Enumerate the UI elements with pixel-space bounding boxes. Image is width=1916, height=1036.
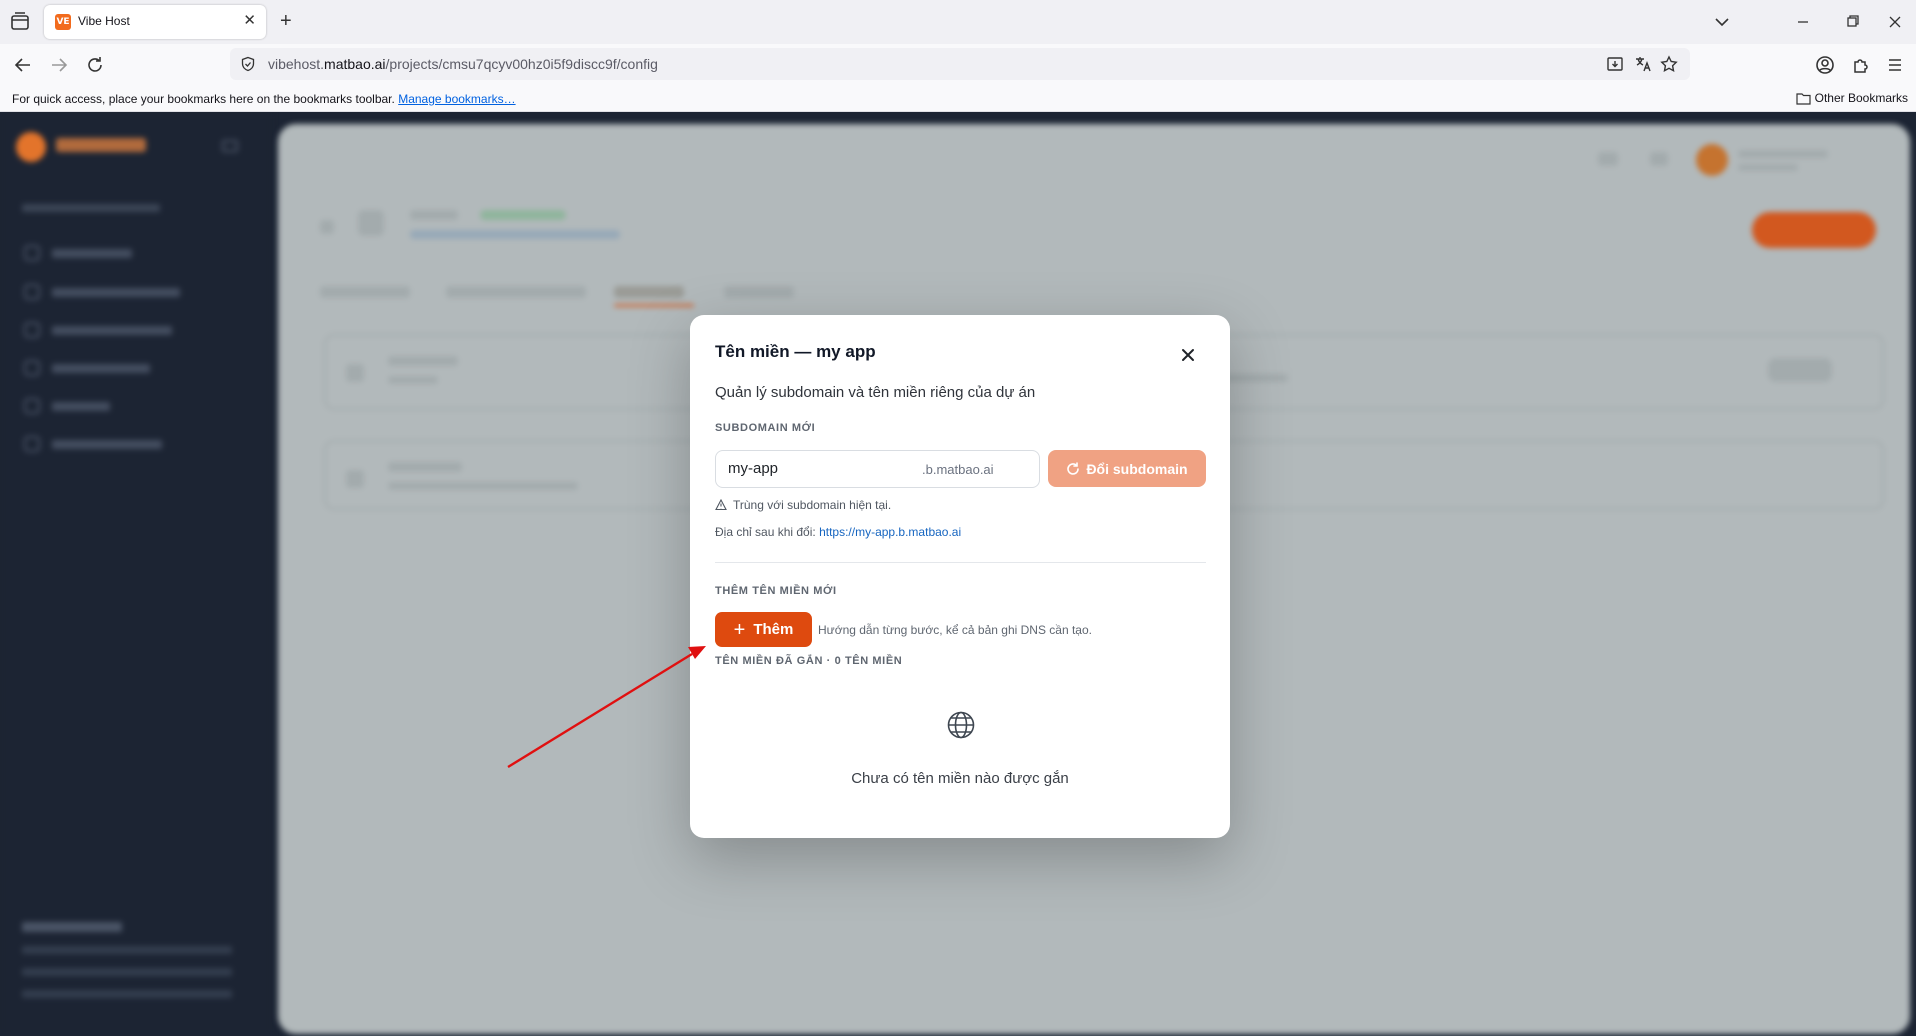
restore-icon[interactable]	[1838, 10, 1868, 34]
globe-icon	[947, 711, 975, 739]
reload-icon[interactable]	[84, 54, 106, 76]
account-icon[interactable]	[1814, 54, 1836, 76]
sidebar-item	[24, 360, 184, 376]
warning-icon	[715, 499, 727, 511]
translate-icon[interactable]	[1634, 55, 1652, 73]
sidebar-item	[24, 284, 184, 300]
other-bookmarks[interactable]: Other Bookmarks	[1796, 91, 1908, 105]
other-bookmarks-label: Other Bookmarks	[1814, 91, 1908, 105]
new-address: Địa chỉ sau khi đổi: https://my-app.b.ma…	[715, 525, 962, 539]
sidebar-section-label	[22, 204, 160, 212]
back-arrow-icon[interactable]	[12, 54, 34, 76]
new-tab-icon[interactable]: +	[280, 10, 292, 32]
subdomain-section-label: SUBDOMAIN MỚI	[715, 422, 816, 434]
bookmarks-message: For quick access, place your bookmarks h…	[12, 92, 516, 106]
add-domain-section-label: THÊM TÊN MIỀN MỚI	[715, 585, 837, 597]
download-page-icon[interactable]	[1606, 55, 1624, 73]
folder-icon	[1796, 92, 1811, 105]
plus-icon: +	[733, 618, 746, 641]
bookmarks-toolbar: For quick access, place your bookmarks h…	[0, 86, 1916, 112]
sidebar-footer	[22, 922, 242, 1012]
subdomain-input[interactable]	[728, 460, 928, 477]
add-domain-label: Thêm	[753, 621, 794, 638]
change-subdomain-label: Đổi subdomain	[1086, 460, 1188, 477]
menu-icon[interactable]	[1884, 54, 1906, 76]
bookmark-star-icon[interactable]	[1660, 55, 1678, 73]
minimize-icon[interactable]	[1788, 10, 1818, 34]
refresh-icon	[1067, 461, 1080, 475]
sidebar	[0, 112, 272, 1036]
subdomain-suffix: .b.matbao.ai	[922, 462, 994, 477]
sidebar-item	[24, 398, 184, 414]
tab-close-icon[interactable]: ✕	[243, 13, 256, 29]
navigation-bar: vibehost.matbao.ai/projects/cmsu7qcyv00h…	[0, 44, 1916, 86]
vibe-host-favicon-icon: VE	[55, 14, 71, 30]
app-logo-text	[56, 138, 146, 152]
empty-state-text: Chưa có tên miền nào được gắn	[851, 770, 1069, 787]
manage-bookmarks-link[interactable]: Manage bookmarks…	[398, 92, 515, 106]
new-address-link[interactable]: https://my-app.b.matbao.ai	[819, 525, 961, 539]
app-logo-icon	[16, 132, 46, 162]
chevron-down-icon[interactable]	[1712, 12, 1732, 32]
sidebar-item	[24, 245, 184, 261]
modal-description: Quản lý subdomain và tên miền riêng của …	[715, 384, 1036, 401]
sidebar-item	[24, 436, 184, 452]
close-icon[interactable]	[1177, 344, 1199, 366]
tab-list-icon[interactable]	[8, 10, 32, 34]
divider	[715, 562, 1206, 563]
forward-arrow-icon[interactable]	[48, 54, 70, 76]
extensions-icon[interactable]	[1850, 54, 1872, 76]
attached-domains-label: TÊN MIỀN ĐÃ GẮN · 0 TÊN MIỀN	[715, 655, 903, 667]
change-subdomain-button[interactable]: Đổi subdomain	[1048, 450, 1206, 487]
warning-text: Trùng với subdomain hiện tại.	[733, 498, 892, 512]
subdomain-field[interactable]: .b.matbao.ai	[715, 450, 1040, 488]
browser-tab[interactable]: VE Vibe Host ✕	[44, 5, 266, 39]
domain-modal: Tên miền — my app Quản lý subdomain và t…	[690, 315, 1230, 838]
window-close-icon[interactable]	[1880, 10, 1910, 34]
sidebar-item	[24, 322, 184, 338]
url-text: vibehost.matbao.ai/projects/cmsu7qcyv00h…	[268, 56, 658, 72]
url-bar[interactable]: vibehost.matbao.ai/projects/cmsu7qcyv00h…	[230, 48, 1690, 80]
add-domain-hint: Hướng dẫn từng bước, kể cả bản ghi DNS c…	[818, 623, 1092, 637]
shield-icon[interactable]	[240, 56, 256, 72]
modal-title: Tên miền — my app	[715, 342, 876, 361]
tab-bar: VE Vibe Host ✕ +	[0, 0, 1916, 44]
tab-title: Vibe Host	[78, 14, 130, 28]
add-domain-button[interactable]: + Thêm	[715, 612, 812, 647]
subdomain-warning: Trùng với subdomain hiện tại.	[715, 498, 891, 512]
sidebar-collapse-icon	[222, 140, 238, 152]
